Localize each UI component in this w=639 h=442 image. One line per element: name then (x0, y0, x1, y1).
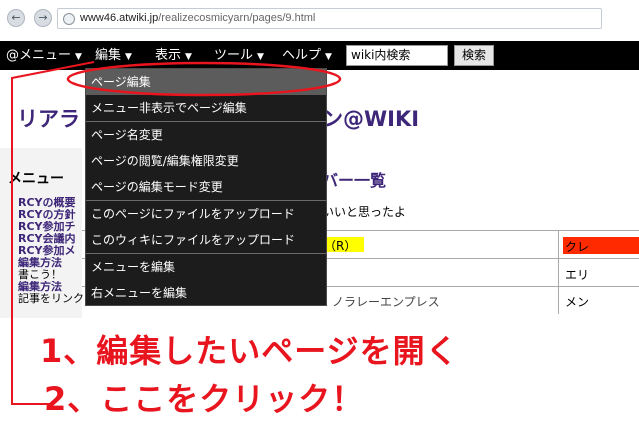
sidebar-text: 書こう！ (18, 269, 80, 281)
sidebar-link[interactable]: 編集方法 (18, 281, 80, 293)
site-title: リアラ (17, 107, 80, 131)
section-note: いいと思ったよ (322, 205, 407, 219)
menu-item-rename-page[interactable]: ページ名変更 (86, 122, 326, 148)
url-text: www46.atwiki.jp/realizecosmicyarn/pages/… (80, 12, 316, 24)
menu-item-permissions[interactable]: ページの閲覧/編集権限変更 (86, 148, 326, 174)
edit-dropdown-menu: ページ編集 メニュー非表示でページ編集 ページ名変更 ページの閲覧/編集権限変更… (85, 68, 327, 306)
annotation-step-2: 2、ここをクリック！ (44, 380, 365, 418)
table-cell: メン (565, 295, 590, 309)
table-border (558, 230, 559, 314)
menu-item-upload-page-file[interactable]: このページにファイルをアップロード (86, 201, 326, 227)
table-cell: ノラレーエンプレス (332, 295, 440, 309)
menu-item-edit-page[interactable]: ページ編集 (86, 69, 326, 95)
caret-down-icon: ▼ (257, 52, 264, 62)
sidebar-link[interactable]: RCY参加チ (18, 221, 80, 233)
globe-icon (63, 13, 75, 25)
menu-item-upload-wiki-file[interactable]: このウィキにファイルをアップロード (86, 227, 326, 253)
search-button[interactable]: 検索 (454, 45, 494, 66)
address-bar[interactable]: www46.atwiki.jp/realizecosmicyarn/pages/… (57, 8, 602, 29)
table-cell: エリ (565, 268, 590, 282)
table-cell: クレ (565, 240, 590, 254)
forward-arrow-icon[interactable]: → (34, 9, 52, 27)
menu-tools[interactable]: ツール ▼ (214, 41, 264, 70)
sidebar-link[interactable]: 編集方法 (18, 257, 80, 269)
caret-down-icon: ▼ (125, 52, 132, 62)
sidebar-link[interactable]: RCY参加メ (18, 245, 80, 257)
menu-item-edit-hidden-menu[interactable]: メニュー非表示でページ編集 (86, 95, 326, 121)
wiki-search-input[interactable]: wiki内検索 (346, 45, 448, 66)
sidebar-link[interactable]: RCYの方針 (18, 209, 80, 221)
menu-item-edit-mode[interactable]: ページの編集モード変更 (86, 174, 326, 200)
browser-toolbar: ← → www46.atwiki.jp/realizecosmicyarn/pa… (0, 0, 639, 40)
sidebar-heading: メニュー (8, 171, 64, 187)
menu-atmenu[interactable]: @メニュー ▼ (6, 41, 82, 70)
sidebar-link[interactable]: RCYの概要 (18, 197, 80, 209)
menu-item-edit-menu[interactable]: メニューを編集 (86, 254, 326, 280)
section-heading: バー一覧 (322, 171, 387, 190)
caret-down-icon: ▼ (185, 52, 192, 62)
wiki-menubar: @メニュー ▼ 編集 ▼ 表示 ▼ ツール ▼ ヘルプ ▼ wiki内検索 検索 (0, 41, 639, 70)
sidebar-link[interactable]: RCY会議内 (18, 233, 80, 245)
menu-view[interactable]: 表示 ▼ (155, 41, 192, 70)
table-cell: （R） (324, 239, 357, 253)
menu-edit[interactable]: 編集 ▼ (95, 41, 132, 70)
caret-down-icon: ▼ (325, 52, 332, 62)
back-arrow-icon[interactable]: ← (7, 9, 25, 27)
menu-item-edit-right-menu[interactable]: 右メニューを編集 (86, 280, 326, 306)
caret-down-icon: ▼ (75, 52, 82, 62)
site-title-tail: ン@WIKI (322, 107, 420, 131)
menu-help[interactable]: ヘルプ ▼ (282, 41, 332, 70)
annotation-step-1: 1、編集したいページを開く (40, 332, 459, 370)
